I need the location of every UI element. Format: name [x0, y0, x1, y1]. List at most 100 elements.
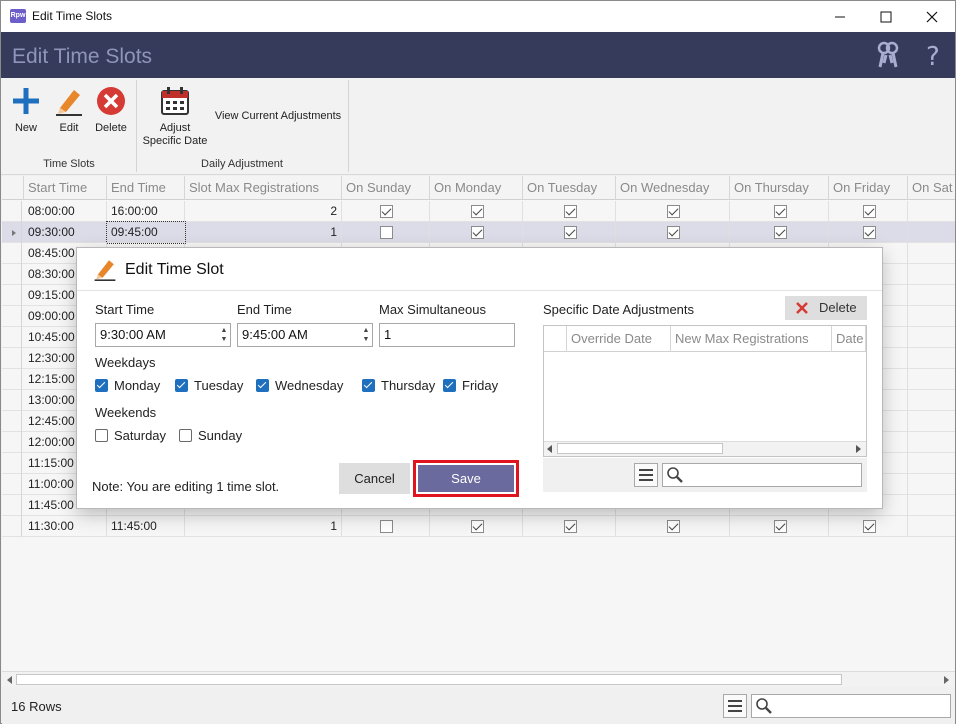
- cell-slot-max[interactable]: 2: [185, 201, 342, 222]
- row-indicator[interactable]: [2, 474, 22, 495]
- help-icon[interactable]: ?: [922, 41, 948, 69]
- grid-search-input[interactable]: [751, 694, 951, 718]
- row-indicator[interactable]: [2, 495, 22, 516]
- checkbox-label[interactable]: Wednesday: [275, 378, 343, 393]
- grid-menu-button[interactable]: [723, 694, 747, 718]
- start-time-spinner[interactable]: ▲ ▼: [220, 326, 228, 344]
- sda-search-input[interactable]: [662, 463, 862, 487]
- row-indicator[interactable]: [2, 327, 22, 348]
- adjust-specific-date-button[interactable]: Adjust Specific Date: [139, 86, 211, 148]
- checkbox-sunday[interactable]: [179, 429, 192, 442]
- checkbox-saturday[interactable]: [95, 429, 108, 442]
- checkbox-label[interactable]: Monday: [114, 378, 160, 393]
- column-header[interactable]: On Sunday: [342, 176, 430, 200]
- cell-start-time[interactable]: 11:30:00: [24, 516, 107, 537]
- start-time-field[interactable]: 9:30:00 AM ▲ ▼: [95, 323, 231, 347]
- scroll-left-icon[interactable]: [5, 675, 15, 685]
- scroll-left-icon[interactable]: [546, 445, 554, 453]
- checkbox-tuesday[interactable]: [175, 379, 188, 392]
- day-checkbox[interactable]: [667, 226, 680, 239]
- row-indicator[interactable]: [2, 369, 22, 390]
- end-time-spinner[interactable]: ▲ ▼: [362, 326, 370, 344]
- end-time-field[interactable]: 9:45:00 AM ▲ ▼: [237, 323, 373, 347]
- maximize-button[interactable]: [863, 1, 909, 32]
- sda-horizontal-scrollbar[interactable]: [544, 441, 866, 456]
- checkbox-wednesday[interactable]: [256, 379, 269, 392]
- column-header[interactable]: On Sat: [908, 176, 956, 200]
- edit-button[interactable]: Edit: [52, 86, 86, 134]
- sda-column-header[interactable]: Date: [832, 326, 866, 352]
- close-window-button[interactable]: [909, 1, 955, 32]
- column-header[interactable]: On Tuesday: [523, 176, 616, 200]
- row-indicator[interactable]: [2, 306, 22, 327]
- day-checkbox[interactable]: [564, 205, 577, 218]
- cell-start-time[interactable]: 08:00:00: [24, 201, 107, 222]
- sda-column-header[interactable]: New Max Registrations: [671, 326, 832, 352]
- day-checkbox[interactable]: [564, 520, 577, 533]
- row-indicator[interactable]: [2, 516, 22, 537]
- day-checkbox[interactable]: [380, 205, 393, 218]
- column-header[interactable]: On Thursday: [730, 176, 829, 200]
- row-indicator[interactable]: [2, 432, 22, 453]
- table-row[interactable]: 08:00:00 16:00:00 2: [2, 201, 955, 222]
- save-button[interactable]: Save: [418, 465, 514, 492]
- sda-column-header[interactable]: Override Date: [567, 326, 671, 352]
- delete-button[interactable]: Delete: [91, 86, 131, 134]
- column-header[interactable]: Start Time: [24, 176, 107, 200]
- row-indicator[interactable]: [2, 453, 22, 474]
- day-checkbox[interactable]: [774, 520, 787, 533]
- checkbox-friday[interactable]: [443, 379, 456, 392]
- scroll-right-icon[interactable]: [854, 445, 862, 453]
- row-indicator[interactable]: [2, 243, 22, 264]
- cell-slot-max[interactable]: 1: [185, 516, 342, 537]
- column-header[interactable]: End Time: [107, 176, 185, 200]
- day-checkbox[interactable]: [471, 226, 484, 239]
- column-header[interactable]: On Monday: [430, 176, 523, 200]
- cell-start-time[interactable]: 09:30:00: [24, 222, 107, 243]
- cell-slot-max[interactable]: 1: [185, 222, 342, 243]
- row-indicator[interactable]: [2, 348, 22, 369]
- column-header[interactable]: On Wednesday: [616, 176, 730, 200]
- cancel-button[interactable]: Cancel: [339, 463, 410, 494]
- max-simultaneous-field[interactable]: 1: [379, 323, 515, 347]
- keys-icon[interactable]: [875, 41, 901, 69]
- day-checkbox[interactable]: [774, 205, 787, 218]
- day-checkbox[interactable]: [667, 520, 680, 533]
- row-indicator[interactable]: [2, 411, 22, 432]
- cell-end-time[interactable]: 16:00:00: [107, 201, 185, 222]
- checkbox-label[interactable]: Sunday: [198, 428, 242, 443]
- view-current-adjustments-button[interactable]: View Current Adjustments: [213, 110, 343, 122]
- row-indicator[interactable]: [2, 264, 22, 285]
- scrollbar-thumb[interactable]: [557, 443, 723, 454]
- day-checkbox[interactable]: [471, 520, 484, 533]
- checkbox-thursday[interactable]: [362, 379, 375, 392]
- day-checkbox[interactable]: [863, 226, 876, 239]
- checkbox-label[interactable]: Friday: [462, 378, 498, 393]
- day-checkbox[interactable]: [380, 520, 393, 533]
- row-indicator[interactable]: [2, 390, 22, 411]
- day-checkbox[interactable]: [471, 205, 484, 218]
- checkbox-monday[interactable]: [95, 379, 108, 392]
- cell-end-time[interactable]: 11:45:00: [107, 516, 185, 537]
- checkbox-label[interactable]: Tuesday: [194, 378, 243, 393]
- sda-menu-button[interactable]: [634, 463, 658, 487]
- column-header[interactable]: Slot Max Registrations: [185, 176, 342, 200]
- day-checkbox[interactable]: [564, 226, 577, 239]
- checkbox-label[interactable]: Thursday: [381, 378, 435, 393]
- checkbox-label[interactable]: Saturday: [114, 428, 166, 443]
- horizontal-scrollbar[interactable]: [2, 671, 955, 687]
- column-header[interactable]: On Friday: [829, 176, 908, 200]
- row-indicator[interactable]: [2, 201, 22, 222]
- day-checkbox[interactable]: [774, 226, 787, 239]
- table-row[interactable]: 11:30:00 11:45:00 1: [2, 516, 955, 537]
- minimize-button[interactable]: [817, 1, 863, 32]
- scroll-right-icon[interactable]: [941, 675, 951, 685]
- cell-end-time[interactable]: 09:45:00: [106, 221, 186, 244]
- day-checkbox[interactable]: [380, 226, 393, 239]
- day-checkbox[interactable]: [863, 520, 876, 533]
- day-checkbox[interactable]: [863, 205, 876, 218]
- scrollbar-thumb[interactable]: [16, 674, 842, 685]
- row-indicator[interactable]: [2, 285, 22, 306]
- row-indicator[interactable]: [2, 222, 22, 243]
- sda-delete-button[interactable]: Delete: [785, 296, 867, 320]
